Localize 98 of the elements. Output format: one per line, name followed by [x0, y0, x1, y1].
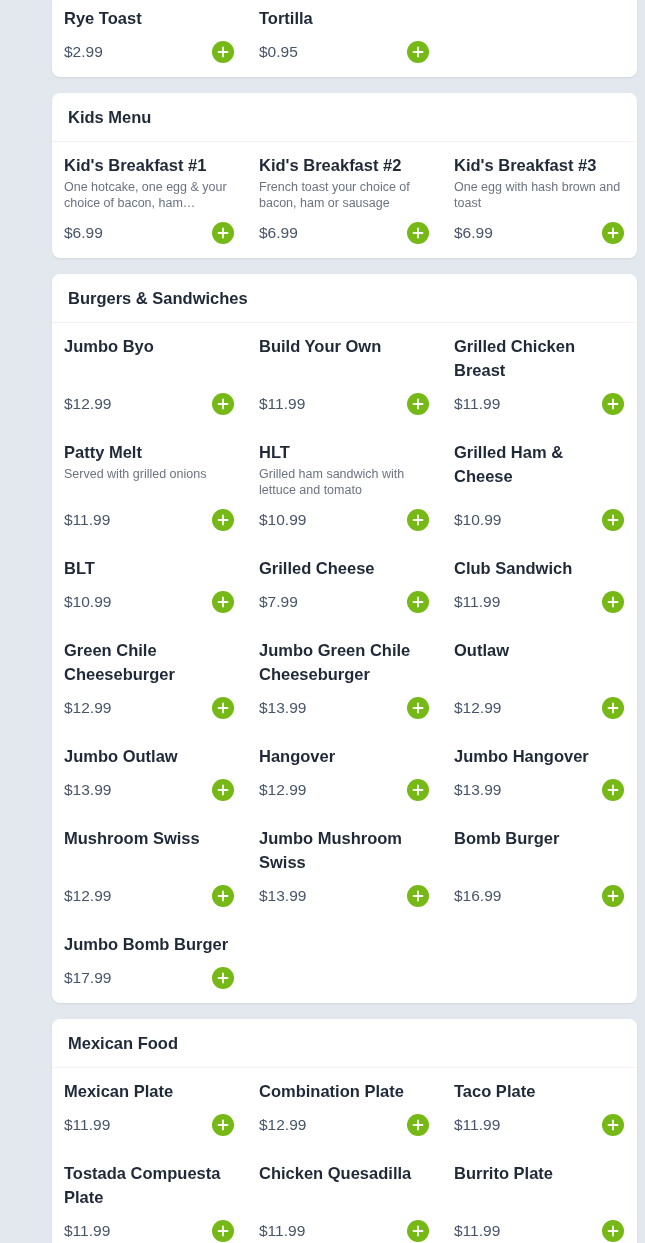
item-price: $12.99 [454, 698, 502, 718]
item-name: Hangover [259, 746, 337, 767]
add-icon[interactable] [212, 509, 234, 531]
item-name: Kid's Breakfast #3 [454, 155, 598, 176]
add-icon[interactable] [602, 779, 624, 801]
item-name: Bomb Burger [454, 828, 561, 849]
add-icon[interactable] [212, 41, 234, 63]
item-name: Jumbo Green Chile Cheeseburger [259, 640, 412, 685]
item-name: Patty Melt [64, 442, 143, 463]
item-price: $11.99 [64, 510, 111, 530]
item-name: Combination Plate [259, 1081, 405, 1102]
item-price: $6.99 [259, 223, 298, 243]
item-name: Jumbo Mushroom Swiss [259, 828, 403, 873]
item-price: $11.99 [454, 592, 501, 612]
item-price: $11.99 [454, 394, 501, 414]
item-price: $2.99 [64, 42, 103, 62]
add-icon[interactable] [407, 1220, 429, 1242]
item-name: Club Sandwich [454, 558, 574, 579]
item-price: $13.99 [64, 780, 112, 800]
add-icon[interactable] [602, 509, 624, 531]
item-price: $10.99 [454, 510, 502, 530]
item-price: $6.99 [64, 223, 103, 243]
item-name: Taco Plate [454, 1081, 537, 1102]
item-name: Tortilla [259, 8, 314, 29]
add-icon[interactable] [212, 967, 234, 989]
item-price: $12.99 [64, 698, 112, 718]
item-name: Jumbo Hangover [454, 746, 590, 767]
add-icon[interactable] [212, 1114, 234, 1136]
item-price: $11.99 [259, 1221, 306, 1241]
item-price: $12.99 [64, 886, 112, 906]
item-price: $11.99 [64, 1221, 111, 1241]
add-icon[interactable] [407, 591, 429, 613]
add-icon[interactable] [602, 222, 624, 244]
item-name: Build Your Own [259, 336, 383, 357]
add-icon[interactable] [212, 885, 234, 907]
item-price: $7.99 [259, 592, 298, 612]
item-price: $17.99 [64, 968, 112, 988]
add-icon[interactable] [212, 697, 234, 719]
item-price: $11.99 [454, 1221, 501, 1241]
item-price: $6.99 [454, 223, 493, 243]
item-description: French toast your choice of bacon, ham or sausage [259, 179, 411, 211]
item-price: $13.99 [259, 698, 307, 718]
add-icon[interactable] [407, 41, 429, 63]
item-price: $12.99 [64, 394, 112, 414]
item-name: Jumbo Byo [64, 336, 155, 357]
section-title: Mexican Food [68, 1033, 178, 1053]
add-icon[interactable] [407, 885, 429, 907]
add-icon[interactable] [602, 885, 624, 907]
section-title: Burgers & Sandwiches [68, 288, 248, 308]
item-name: Tostada Compuesta Plate [64, 1163, 222, 1208]
item-price: $13.99 [454, 780, 502, 800]
item-name: HLT [259, 442, 291, 463]
add-icon[interactable] [602, 591, 624, 613]
item-description: Grilled ham sandwich with lettuce and tomato [259, 466, 406, 498]
item-price: $11.99 [259, 394, 306, 414]
item-name: Grilled Chicken Breast [454, 336, 577, 381]
add-icon[interactable] [407, 393, 429, 415]
item-description: Served with grilled onions [64, 466, 208, 482]
item-price: $12.99 [259, 1115, 307, 1135]
add-icon[interactable] [407, 509, 429, 531]
item-name: Mexican Plate [64, 1081, 175, 1102]
item-price: $11.99 [454, 1115, 501, 1135]
item-price: $11.99 [64, 1115, 111, 1135]
item-price: $16.99 [454, 886, 502, 906]
add-icon[interactable] [212, 779, 234, 801]
item-name: Kid's Breakfast #1 [64, 155, 208, 176]
item-name: Rye Toast [64, 8, 143, 29]
item-name: BLT [64, 558, 96, 579]
add-icon[interactable] [407, 779, 429, 801]
add-icon[interactable] [602, 393, 624, 415]
item-name: Green Chile Cheeseburger [64, 640, 176, 685]
item-price: $13.99 [259, 886, 307, 906]
item-price: $10.99 [259, 510, 307, 530]
add-icon[interactable] [407, 1114, 429, 1136]
item-name: Burrito Plate [454, 1163, 555, 1184]
add-icon[interactable] [212, 591, 234, 613]
item-name: Kid's Breakfast #2 [259, 155, 403, 176]
add-icon[interactable] [212, 1220, 234, 1242]
add-icon[interactable] [212, 222, 234, 244]
item-description: One hotcake, one egg & your choice of bacon, ham… [64, 179, 228, 211]
item-name: Grilled Cheese [259, 558, 376, 579]
item-name: Mushroom Swiss [64, 828, 201, 849]
item-name: Jumbo Outlaw [64, 746, 179, 767]
item-price: $0.95 [259, 42, 298, 62]
section-title: Kids Menu [68, 107, 152, 127]
item-price: $12.99 [259, 780, 307, 800]
item-name: Grilled Ham & Cheese [454, 442, 565, 487]
add-icon[interactable] [602, 1220, 624, 1242]
item-description: One egg with hash brown and toast [454, 179, 622, 211]
item-name: Outlaw [454, 640, 510, 661]
add-icon[interactable] [212, 393, 234, 415]
item-name: Jumbo Bomb Burger [64, 934, 230, 955]
item-name: Chicken Quesadilla [259, 1163, 413, 1184]
add-icon[interactable] [407, 697, 429, 719]
add-icon[interactable] [602, 697, 624, 719]
add-icon[interactable] [407, 222, 429, 244]
add-icon[interactable] [602, 1114, 624, 1136]
item-price: $10.99 [64, 592, 112, 612]
